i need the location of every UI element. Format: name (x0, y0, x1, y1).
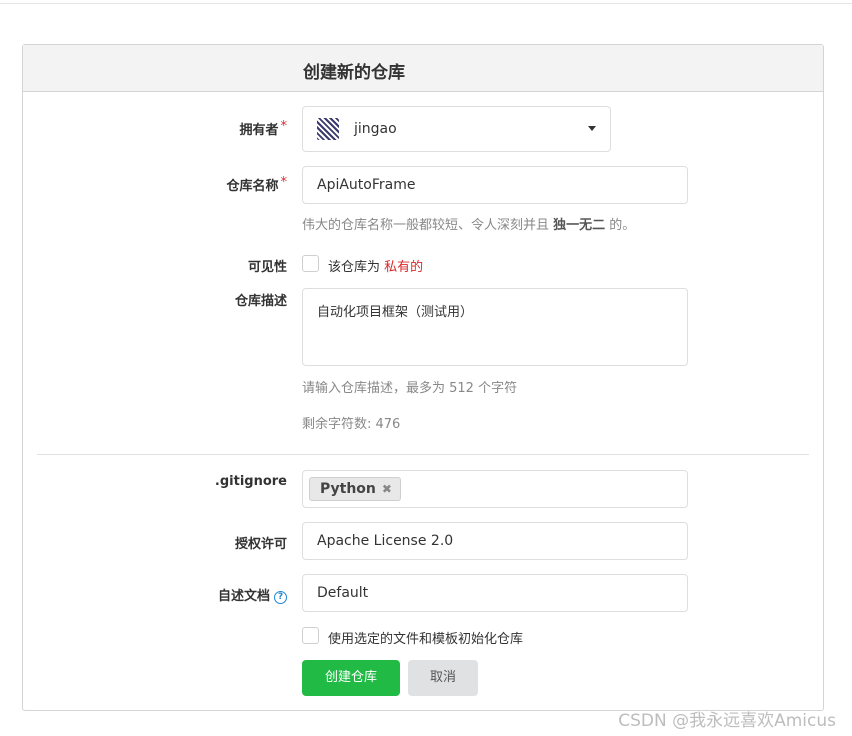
required-mark: * (280, 119, 288, 134)
form-header: 创建新的仓库 (23, 45, 823, 92)
gitignore-tag-label: Python (320, 481, 376, 497)
required-mark: * (280, 175, 288, 190)
repo-name-value: ApiAutoFrame (317, 177, 416, 193)
page-title: 创建新的仓库 (303, 63, 405, 83)
owner-label: 拥有者 * (239, 119, 287, 138)
gitignore-tag: Python ✖ (309, 477, 401, 501)
license-select[interactable]: Apache License 2.0 (302, 522, 688, 560)
private-checkbox-text: 该仓库为 (328, 260, 381, 275)
repo-name-help-prefix: 伟大的仓库名称一般都较短、令人深刻并且 (302, 218, 554, 233)
chevron-down-icon (588, 126, 596, 131)
remaining-chars: 剩余字符数: 476 (302, 417, 401, 432)
cancel-button[interactable]: 取消 (408, 660, 478, 696)
license-label: 授权许可 (234, 537, 287, 552)
auto-init-checkbox[interactable] (302, 627, 319, 644)
repo-name-help-suffix: 的。 (605, 218, 636, 233)
gitignore-select[interactable]: Python ✖ (302, 470, 688, 508)
private-text: 私有的 (384, 260, 424, 275)
create-repo-form: 创建新的仓库 拥有者 * jingao 仓库名称 * ApiAutoFrame 伟大… (22, 44, 824, 711)
create-repo-button[interactable]: 创建仓库 (302, 660, 400, 696)
owner-dropdown[interactable]: jingao (302, 106, 611, 152)
top-border (0, 0, 852, 4)
gitignore-label: .gitignore (214, 474, 287, 489)
visibility-label: 可见性 (247, 260, 287, 275)
description-value: 自动化项目框架（测试用） (317, 305, 474, 320)
private-checkbox-label[interactable]: 该仓库为 私有的 (328, 256, 423, 275)
repo-name-label-text: 仓库名称 (226, 179, 279, 194)
repo-name-help: 伟大的仓库名称一般都较短、令人深刻并且 独一无二 的。 (302, 214, 635, 233)
repo-name-help-bold: 独一无二 (553, 218, 606, 233)
description-textarea[interactable]: 自动化项目框架（测试用） (302, 288, 688, 366)
readme-label: 自述文档? (218, 585, 287, 605)
readme-label-text: 自述文档 (217, 589, 270, 604)
readme-value: Default (317, 585, 369, 601)
auto-init-label[interactable]: 使用选定的文件和模板初始化仓库 (328, 628, 523, 647)
owner-name: jingao (354, 121, 397, 137)
divider (37, 454, 809, 455)
avatar (317, 118, 339, 140)
repo-name-label: 仓库名称 * (226, 175, 287, 194)
question-circle-icon[interactable]: ? (274, 591, 287, 604)
description-label: 仓库描述 (234, 294, 287, 309)
license-value: Apache License 2.0 (317, 533, 454, 549)
repo-name-input[interactable]: ApiAutoFrame (302, 166, 688, 204)
owner-label-text: 拥有者 (239, 123, 279, 138)
description-help: 请输入仓库描述，最多为 512 个字符 (302, 381, 518, 396)
private-checkbox[interactable] (302, 255, 319, 272)
close-icon[interactable]: ✖ (382, 482, 392, 496)
watermark: CSDN @我永远喜欢Amicus (618, 711, 836, 731)
readme-select[interactable]: Default (302, 574, 688, 612)
